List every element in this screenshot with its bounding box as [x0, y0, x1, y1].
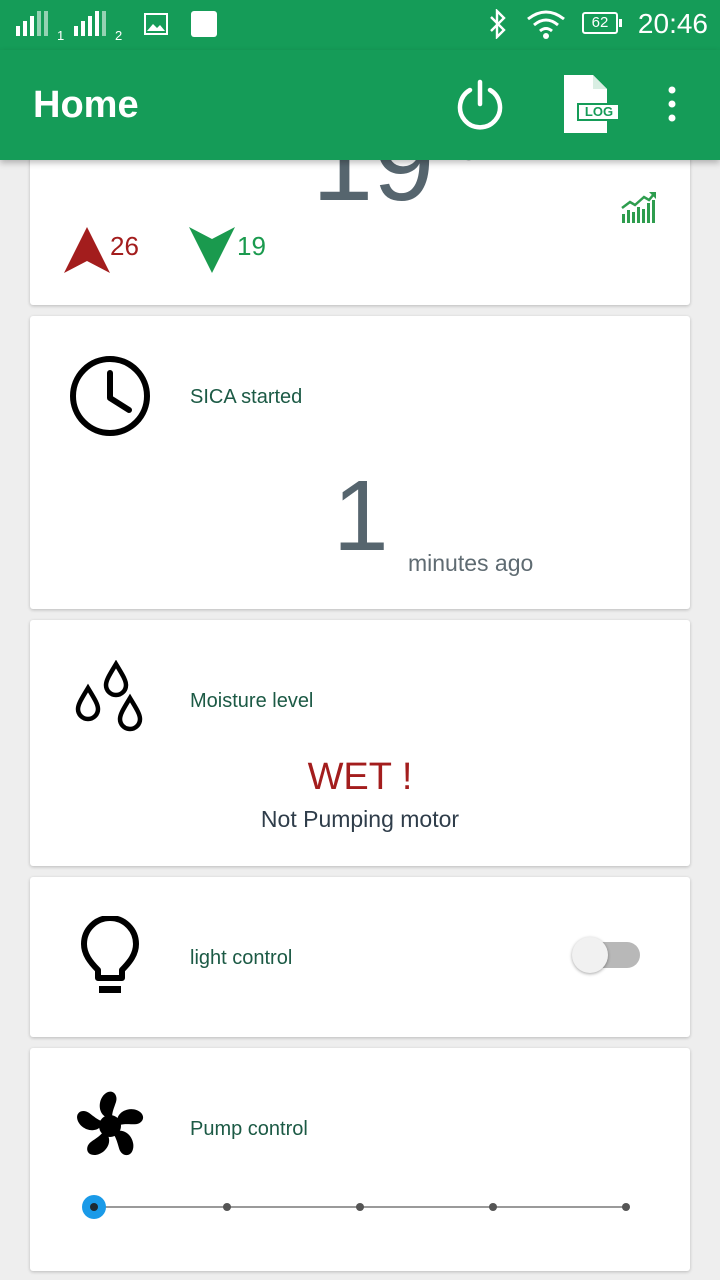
- light-toggle[interactable]: [572, 937, 642, 973]
- image-icon: [144, 13, 168, 35]
- lightbulb-icon: [81, 916, 139, 993]
- light-control-card: light control: [30, 877, 690, 1037]
- sica-started-value: 1: [333, 460, 389, 572]
- temperature-high: 26: [110, 231, 139, 261]
- pump-slider-tick: [223, 1203, 231, 1211]
- signal-icon: [74, 11, 106, 36]
- pump-slider-thumb-dot: [90, 1203, 98, 1211]
- water-drops-icon: [75, 660, 143, 732]
- page-title: Home: [33, 84, 139, 126]
- bluetooth-icon: [490, 9, 506, 39]
- sim1-label: 1: [57, 28, 65, 43]
- log-button[interactable]: LOG: [563, 74, 621, 134]
- fan-icon: [77, 1091, 144, 1156]
- more-options-icon[interactable]: [664, 86, 680, 122]
- light-toggle-thumb: [572, 937, 608, 973]
- wifi-icon: [527, 10, 565, 39]
- battery-icon: 62: [582, 12, 622, 34]
- pump-slider-tick: [622, 1203, 630, 1211]
- battery-level: 62: [591, 14, 609, 31]
- signal-icon: [16, 11, 48, 36]
- arrow-down-icon: [189, 227, 235, 273]
- sica-started-label: SICA started: [190, 386, 303, 408]
- pump-control-label: Pump control: [190, 1118, 308, 1140]
- pump-slider[interactable]: [80, 1192, 640, 1222]
- moisture-card: Moisture level WET ! Not Pumping motor: [30, 620, 690, 866]
- pump-status: Not Pumping motor: [260, 806, 460, 832]
- clock-icon: [70, 356, 150, 436]
- power-icon[interactable]: [454, 78, 506, 130]
- arrow-up-icon: [64, 227, 110, 273]
- clock: 20:46: [637, 8, 708, 39]
- moisture-status: WET !: [307, 756, 413, 798]
- temperature-low: 19: [237, 231, 266, 261]
- sim2-label: 2: [115, 28, 123, 43]
- moisture-label: Moisture level: [190, 690, 314, 712]
- sica-started-unit: minutes ago: [408, 550, 534, 576]
- app-bar: Home LOG: [0, 50, 720, 160]
- pump-slider-tick: [356, 1203, 364, 1211]
- pump-slider-tick: [489, 1203, 497, 1211]
- status-bar: 1 2 62 20:46: [0, 0, 720, 50]
- log-label: LOG: [584, 104, 614, 119]
- pump-slider-thumb[interactable]: [82, 1195, 106, 1219]
- light-control-label: light control: [190, 947, 293, 969]
- notification-icon: [191, 11, 217, 37]
- sica-started-card: SICA started 1 minutes ago: [30, 316, 690, 609]
- trend-chart-icon[interactable]: [620, 190, 658, 224]
- pump-control-card: Pump control: [30, 1048, 690, 1271]
